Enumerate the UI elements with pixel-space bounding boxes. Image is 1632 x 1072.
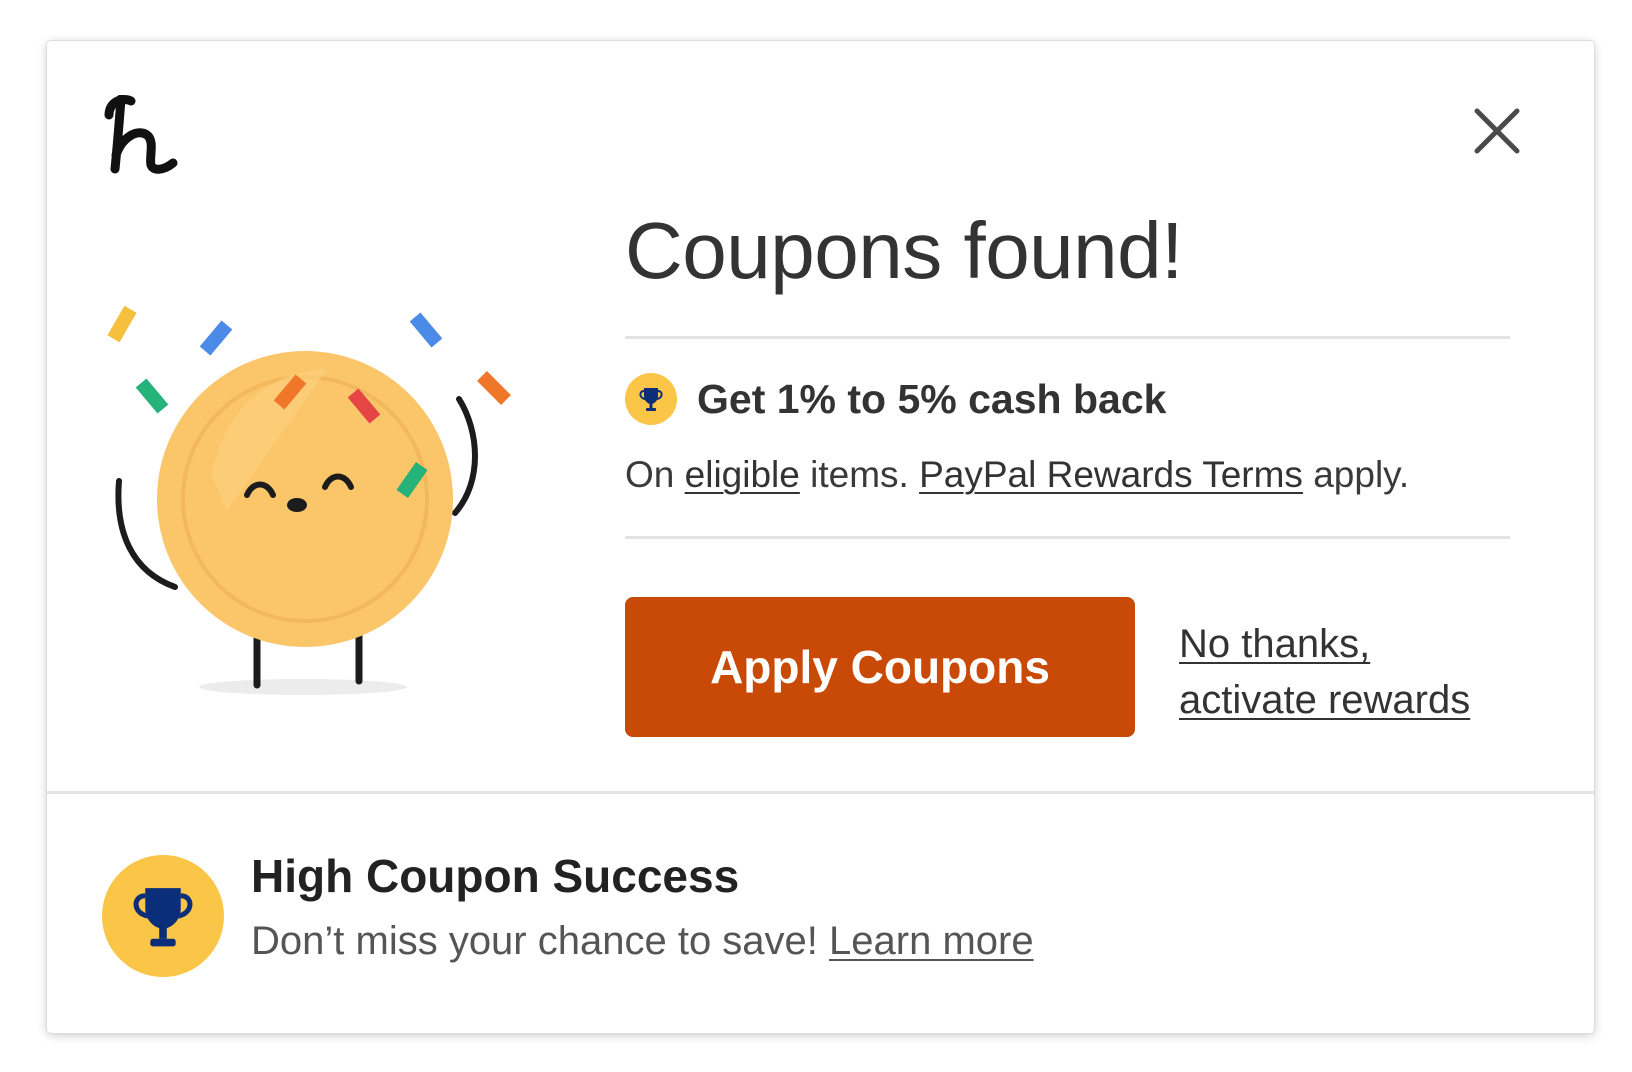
no-thanks-activate-rewards-link[interactable]: No thanks, activate rewards xyxy=(1179,616,1519,728)
trophy-icon xyxy=(102,855,224,977)
divider-bottom xyxy=(625,536,1510,539)
close-icon[interactable] xyxy=(1471,105,1523,157)
footer-subtitle-text: Don’t miss your chance to save! xyxy=(251,919,830,963)
trophy-icon xyxy=(625,373,677,425)
coupons-found-dialog: Coupons found! Get 1% to 5% cash back On… xyxy=(47,41,1594,1033)
no-thanks-line-2: activate rewards xyxy=(1179,678,1471,722)
terms-line: On eligible items. PayPal Rewards Terms … xyxy=(625,451,1409,499)
page-title: Coupons found! xyxy=(625,206,1183,295)
eligible-link[interactable]: eligible xyxy=(685,454,800,495)
cashback-row: Get 1% to 5% cash back xyxy=(625,371,1166,427)
terms-suffix: apply. xyxy=(1302,454,1410,495)
footer-subtitle: Don’t miss your chance to save! Learn mo… xyxy=(251,919,1034,964)
no-thanks-line-1: No thanks, xyxy=(1179,622,1371,666)
divider-top xyxy=(625,336,1510,339)
footer-title: High Coupon Success xyxy=(251,850,740,902)
terms-prefix: On xyxy=(625,454,685,495)
cashback-text: Get 1% to 5% cash back xyxy=(697,375,1167,422)
honey-h-logo-icon xyxy=(104,95,178,174)
footer-divider xyxy=(47,791,1594,794)
paypal-rewards-terms-link[interactable]: PayPal Rewards Terms xyxy=(919,454,1303,495)
terms-middle: items. xyxy=(799,454,920,495)
apply-coupons-button[interactable]: Apply Coupons xyxy=(625,597,1135,737)
happy-coin-illustration xyxy=(107,305,511,695)
learn-more-link[interactable]: Learn more xyxy=(829,919,1034,963)
